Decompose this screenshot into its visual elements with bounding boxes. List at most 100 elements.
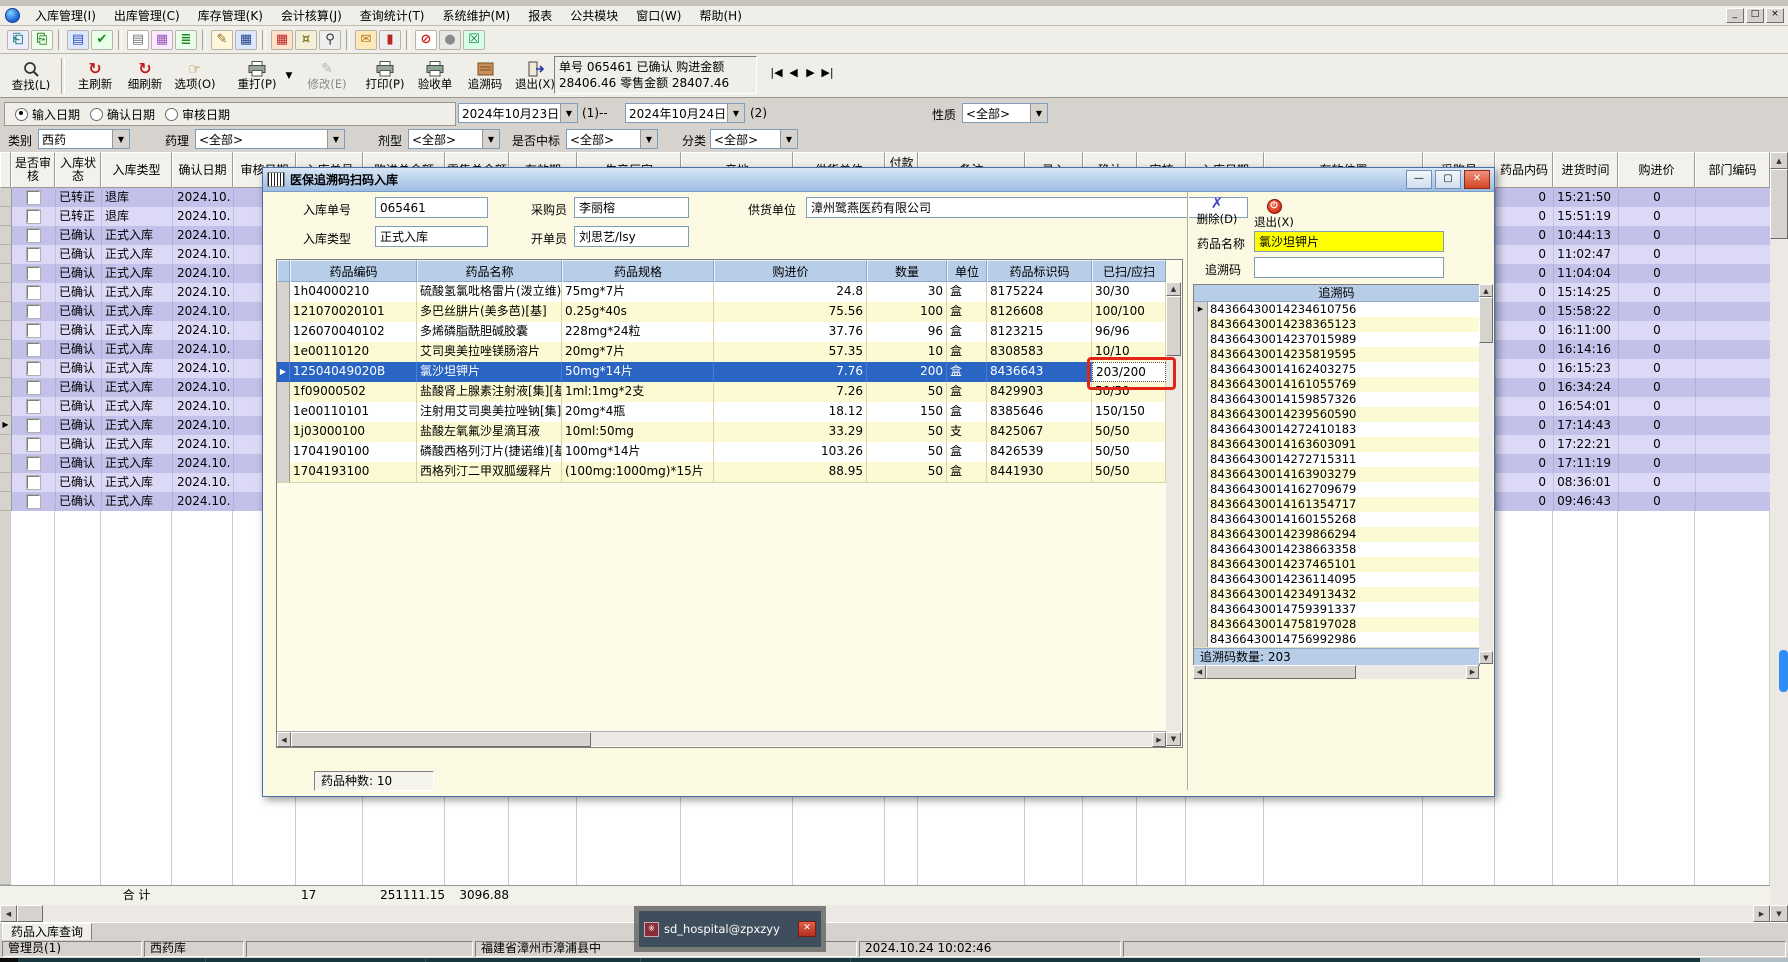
scroll-left-icon[interactable]: ◀: [0, 905, 17, 922]
row-selector[interactable]: [1194, 347, 1208, 362]
trace-code-row[interactable]: 84366430014758197028: [1194, 617, 1479, 633]
probe-icon[interactable]: ▮: [379, 29, 401, 50]
menu-item[interactable]: 出库管理(C): [105, 5, 189, 26]
scroll-up-icon[interactable]: ▲: [1770, 152, 1788, 169]
overlay-scroll-thumb[interactable]: [1779, 650, 1788, 692]
audit-checkbox[interactable]: [26, 247, 41, 262]
dialog-table-row[interactable]: 1f09000502 盐酸肾上腺素注射液[集][基 1ml:1mg*2支 7.26 50…: [277, 382, 1166, 403]
trace-code-row[interactable]: 84366430014238365123: [1194, 317, 1479, 333]
audit-checkbox[interactable]: [26, 304, 41, 319]
dialog-table-row[interactable]: 1704190100 磷酸西格列汀片(捷诺维)[基 100mg*14片 103.26 5…: [277, 442, 1166, 463]
row-selector[interactable]: [1194, 452, 1208, 467]
row-selector[interactable]: [0, 245, 12, 264]
date-to-select[interactable]: 2024年10月24日 ▼: [625, 103, 745, 123]
note-icon[interactable]: ▤: [127, 29, 149, 50]
trace-code-button[interactable]: 追溯码: [460, 55, 510, 97]
delete-button[interactable]: ✗ 删除(D): [1194, 196, 1240, 227]
trace-code-row[interactable]: ▶ 84366430014234610756: [1194, 302, 1479, 318]
dialog-table-row[interactable]: 1704193100 西格列汀二甲双胍缓释片 (100mg:1000mg)*15片 8…: [277, 462, 1166, 483]
row-selector[interactable]: [0, 264, 12, 283]
reprint-dropdown-arrow[interactable]: ▼: [282, 56, 296, 96]
audit-checkbox[interactable]: [26, 323, 41, 338]
row-selector[interactable]: ▶: [277, 362, 290, 382]
clipboard-icon[interactable]: ▤: [67, 29, 89, 50]
calendar-icon[interactable]: ▦: [271, 29, 293, 50]
audit-checkbox[interactable]: [26, 399, 41, 414]
row-selector[interactable]: ▶: [1194, 302, 1208, 317]
row-selector[interactable]: [1194, 572, 1208, 587]
row-selector[interactable]: [0, 435, 12, 454]
column-header[interactable]: 部门编码: [1695, 152, 1770, 188]
column-header[interactable]: 已扫/应扫: [1092, 260, 1166, 282]
row-selector[interactable]: [1194, 632, 1208, 647]
row-selector[interactable]: [1194, 407, 1208, 422]
scrollbar-thumb[interactable]: [291, 732, 591, 747]
row-selector[interactable]: [0, 473, 12, 492]
prev-record-button[interactable]: ◀: [785, 66, 802, 79]
trace-code-row[interactable]: 84366430014756992986: [1194, 632, 1479, 648]
scroll-left-icon[interactable]: ◀: [1193, 665, 1206, 679]
row-selector[interactable]: [1194, 437, 1208, 452]
category-select[interactable]: 西药 ▼: [38, 129, 130, 149]
row-selector[interactable]: [0, 340, 12, 359]
scroll-up-icon[interactable]: ▲: [1166, 282, 1181, 296]
trace-code-row[interactable]: 84366430014161055769: [1194, 377, 1479, 393]
first-record-button[interactable]: |◀: [768, 66, 785, 79]
row-selector[interactable]: [1194, 362, 1208, 377]
row-selector[interactable]: [1194, 467, 1208, 482]
dialog-table-row[interactable]: 121070020101 多巴丝肼片(美多芭)[基] 0.25g*40s 75.56 1…: [277, 302, 1166, 323]
find-button[interactable]: 查找(L): [6, 55, 56, 97]
pharmacology-select[interactable]: <全部> ▼: [195, 129, 345, 149]
window-minimize-button[interactable]: _: [1726, 8, 1744, 23]
scrollbar-thumb[interactable]: [1770, 169, 1788, 239]
row-selector[interactable]: [277, 442, 290, 462]
trace-code-row[interactable]: 84366430014235819595: [1194, 347, 1479, 363]
row-selector[interactable]: [1194, 527, 1208, 542]
window-maximize-button[interactable]: □: [1746, 8, 1764, 23]
scroll-right-icon[interactable]: ▶: [1152, 732, 1166, 747]
column-header[interactable]: 确认日期: [172, 152, 233, 188]
trace-code-row[interactable]: 84366430014163603091: [1194, 437, 1479, 453]
table-horizontal-scrollbar[interactable]: ◀ ▶: [0, 905, 1770, 922]
scroll-left-icon[interactable]: ◀: [277, 732, 291, 747]
scroll-down-icon[interactable]: ▼: [1479, 651, 1493, 664]
trace-code-row[interactable]: 84366430014759391337: [1194, 602, 1479, 618]
row-selector[interactable]: [0, 359, 12, 378]
copy-page-icon[interactable]: ⎘: [31, 29, 53, 50]
input-date-radio[interactable]: [15, 107, 28, 121]
menu-item[interactable]: 系统维护(M): [434, 5, 520, 26]
row-selector[interactable]: [1194, 617, 1208, 632]
class-select[interactable]: <全部> ▼: [710, 129, 798, 149]
trace-code-row[interactable]: 84366430014234913432: [1194, 587, 1479, 603]
audit-checkbox[interactable]: [26, 285, 41, 300]
trace-code-row[interactable]: 84366430014238663358: [1194, 542, 1479, 558]
trace-code-row[interactable]: 84366430014239866294: [1194, 527, 1479, 543]
audit-checkbox[interactable]: [26, 361, 41, 376]
row-selector[interactable]: [1194, 332, 1208, 347]
close-box-icon[interactable]: ☒: [463, 29, 485, 50]
dialog-table-row[interactable]: 1h04000210 硫酸氢氯吡格雷片(泼立维)[75mg*7片 24.8 30 盒 81…: [277, 282, 1166, 303]
bid-select[interactable]: <全部> ▼: [566, 129, 658, 149]
column-header[interactable]: 进货时间: [1553, 152, 1618, 188]
scroll-down-icon[interactable]: ▼: [1770, 905, 1788, 922]
menu-item[interactable]: 入库管理(I): [26, 5, 105, 26]
row-selector[interactable]: [1194, 587, 1208, 602]
main-refresh-button[interactable]: ↻ 主刷新: [70, 55, 120, 97]
forbidden-icon[interactable]: ⊘: [415, 29, 437, 50]
audit-checkbox[interactable]: [26, 380, 41, 395]
scroll-right-icon[interactable]: ▶: [1466, 665, 1479, 679]
options-button[interactable]: ☞ 选项(O): [170, 55, 220, 97]
audit-checkbox[interactable]: [26, 342, 41, 357]
row-selector[interactable]: [277, 282, 290, 302]
trace-input-field[interactable]: [1254, 257, 1444, 278]
dialog-maximize-button[interactable]: ▢: [1435, 170, 1461, 189]
mail-folder-icon[interactable]: ✉: [355, 29, 377, 50]
column-header[interactable]: 入库状态: [55, 152, 101, 188]
acceptance-form-button[interactable]: 验收单: [410, 55, 460, 97]
row-selector[interactable]: [1194, 422, 1208, 437]
row-selector[interactable]: [0, 302, 12, 321]
tab-drug-inbound-query[interactable]: 药品入库查询: [2, 923, 93, 941]
write-book-icon[interactable]: ✎: [211, 29, 233, 50]
menu-item[interactable]: 窗口(W): [627, 5, 690, 26]
column-header[interactable]: 购进价: [714, 260, 867, 282]
